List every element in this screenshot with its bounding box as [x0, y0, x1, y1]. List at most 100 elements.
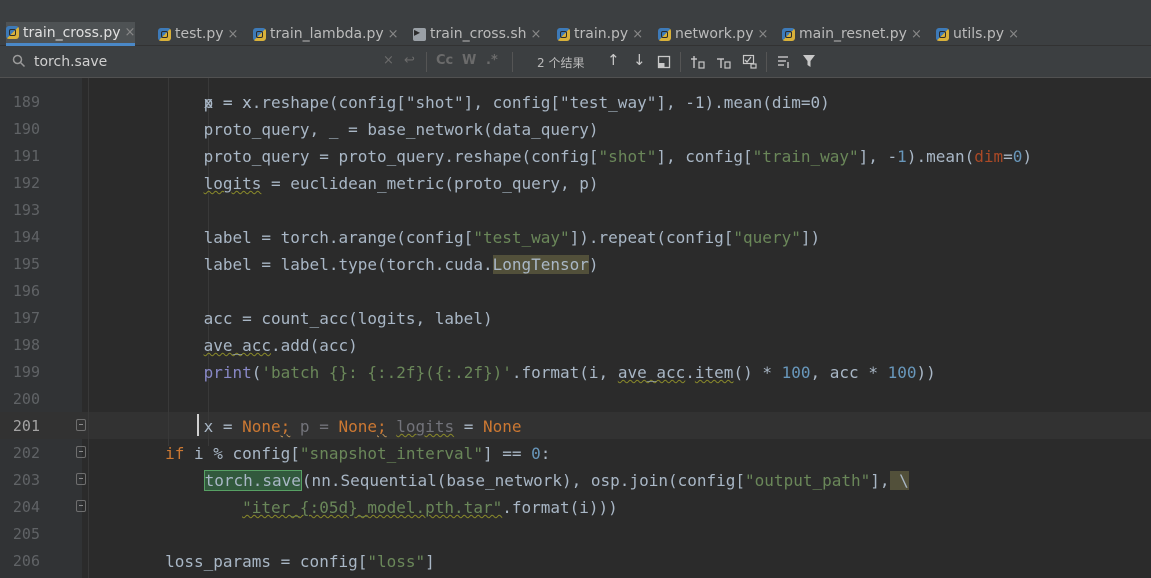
fold-marker-icon[interactable] [76, 446, 86, 458]
code-line: 194 label = torch.arange(config["test_wa… [0, 224, 1151, 251]
code-token: ; [377, 417, 387, 436]
match-count: 2 个结果 [537, 56, 585, 70]
code-line-partial: x = x.reshape(config["shot"], config["te… [0, 78, 1151, 112]
python-file-icon [936, 27, 949, 41]
tab-test-py[interactable]: test.py × [158, 22, 238, 46]
line-number[interactable]: 195 [0, 251, 40, 278]
line-number[interactable]: 197 [0, 305, 40, 332]
fold-marker-icon[interactable] [76, 419, 86, 431]
code-line: 190 proto_query, _ = base_network(data_q… [0, 116, 1151, 143]
line-number[interactable]: 202 [0, 440, 40, 467]
line-number[interactable]: 198 [0, 332, 40, 359]
code-token: = euclidean_metric(proto_query, p) [261, 174, 599, 193]
code-token: item [694, 363, 734, 382]
tab-train-py[interactable]: train.py × [557, 22, 643, 46]
line-number[interactable]: 205 [0, 521, 40, 548]
code-text: label = torch.arange(config["test_way"])… [88, 224, 821, 251]
close-icon[interactable]: × [757, 27, 768, 42]
line-number[interactable]: 190 [0, 116, 40, 143]
close-icon[interactable]: × [228, 27, 239, 42]
python-file-icon [6, 26, 19, 39]
code-text: print('batch {}: {:.2f}({:.2f})'.format(… [88, 359, 936, 386]
code-token: "output_path" [745, 471, 871, 490]
tab-train-cross-sh[interactable]: train_cross.sh × [413, 22, 541, 46]
tab-network-py[interactable]: network.py × [658, 22, 768, 46]
close-icon[interactable]: × [531, 27, 542, 42]
filter-icon[interactable] [802, 54, 816, 68]
code-token: "test_way" [473, 228, 570, 247]
code-token: 'batch {}: {:.2f}({:.2f})' [261, 363, 512, 382]
line-number[interactable]: 200 [0, 386, 40, 413]
code-text: proto_query = proto_query.reshape(config… [88, 143, 1032, 170]
tab-utils-py[interactable]: utils.py × [936, 22, 1019, 46]
code-token: ) [1022, 147, 1033, 166]
close-icon[interactable]: × [125, 25, 136, 40]
search-input[interactable] [34, 52, 374, 72]
code-token: ; [280, 417, 291, 436]
whole-words-button[interactable]: W [462, 53, 476, 68]
clear-search-icon[interactable]: × [383, 53, 394, 68]
code-token: .add(acc) [271, 336, 358, 355]
line-number[interactable]: 201 [0, 413, 40, 440]
filter-settings-icon[interactable] [776, 54, 792, 70]
code-text: if i % config["snapshot_interval"] == 0: [88, 440, 550, 467]
code-token: .format(i, [511, 363, 618, 382]
line-number[interactable]: 204 [0, 494, 40, 521]
code-token: LongTensor [492, 255, 589, 274]
close-icon[interactable]: × [388, 27, 399, 42]
code-token: "iter_{:05d}_model.pth.tar" [242, 498, 503, 517]
line-number[interactable]: 194 [0, 224, 40, 251]
code-line: 202 if i % config["snapshot_interval"] =… [0, 440, 1151, 467]
next-occurrence-icon[interactable]: ↓ [633, 51, 646, 69]
add-occurrence-icon[interactable] [690, 54, 706, 70]
code-token: "query" [733, 228, 801, 247]
line-number[interactable]: 193 [0, 197, 40, 224]
code-token: if [165, 444, 185, 463]
python-file-icon [253, 27, 266, 41]
close-icon[interactable]: × [911, 27, 922, 42]
code-line: 199 print('batch {}: {:.2f}({:.2f})'.for… [0, 359, 1151, 386]
match-case-button[interactable]: Cc [436, 53, 453, 68]
tab-label: utils.py [953, 26, 1005, 42]
fold-marker-icon[interactable] [76, 473, 86, 485]
previous-occurrence-icon[interactable]: ↑ [607, 51, 620, 69]
history-icon[interactable]: ↩ [404, 53, 415, 68]
code-token: ( [251, 363, 262, 382]
line-number[interactable]: 203 [0, 467, 40, 494]
line-number[interactable]: 199 [0, 359, 40, 386]
code-token: "shot" [598, 147, 657, 166]
line-number[interactable]: 191 [0, 143, 40, 170]
remove-occurrence-icon[interactable] [716, 54, 732, 70]
tab-train-lambda-py[interactable]: train_lambda.py × [253, 22, 399, 46]
line-number[interactable]: 189 [0, 89, 40, 116]
code-line: 203 torch.save(nn.Sequential(base_networ… [0, 467, 1151, 494]
search-icon[interactable] [12, 54, 26, 68]
code-line: 201 x = None; p = None; logits = None [0, 413, 1151, 440]
code-text: p = x [88, 89, 252, 116]
code-token: "snapshot_interval" [299, 444, 483, 463]
code-editor[interactable]: x = x.reshape(config["shot"], config["te… [0, 78, 1151, 578]
fold-marker-icon[interactable] [76, 500, 86, 512]
python-file-icon [782, 27, 795, 41]
regex-button[interactable]: .* [486, 53, 498, 68]
code-token: : [540, 444, 551, 463]
close-icon[interactable]: × [1008, 27, 1019, 42]
line-number[interactable]: 206 [0, 548, 40, 575]
close-icon[interactable]: × [632, 27, 643, 42]
code-token: ], config[ [656, 147, 753, 166]
tab-train-cross-py[interactable]: train_cross.py × [6, 22, 136, 46]
code-line: 191 proto_query = proto_query.reshape(co… [0, 143, 1151, 170]
code-token: i % config[ [184, 444, 300, 463]
select-all-occurrences-icon[interactable] [657, 55, 671, 69]
tab-main-resnet-py[interactable]: main_resnet.py × [782, 22, 922, 46]
select-all-icon[interactable] [742, 54, 758, 70]
code-line: 192 logits = euclidean_metric(proto_quer… [0, 170, 1151, 197]
line-number[interactable]: 196 [0, 278, 40, 305]
code-token: = [454, 417, 483, 436]
code-token: label = torch.arange(config[ [88, 228, 474, 247]
code-token: (nn.Sequential(base_network), osp.join(c… [301, 471, 746, 490]
line-number[interactable]: 192 [0, 170, 40, 197]
